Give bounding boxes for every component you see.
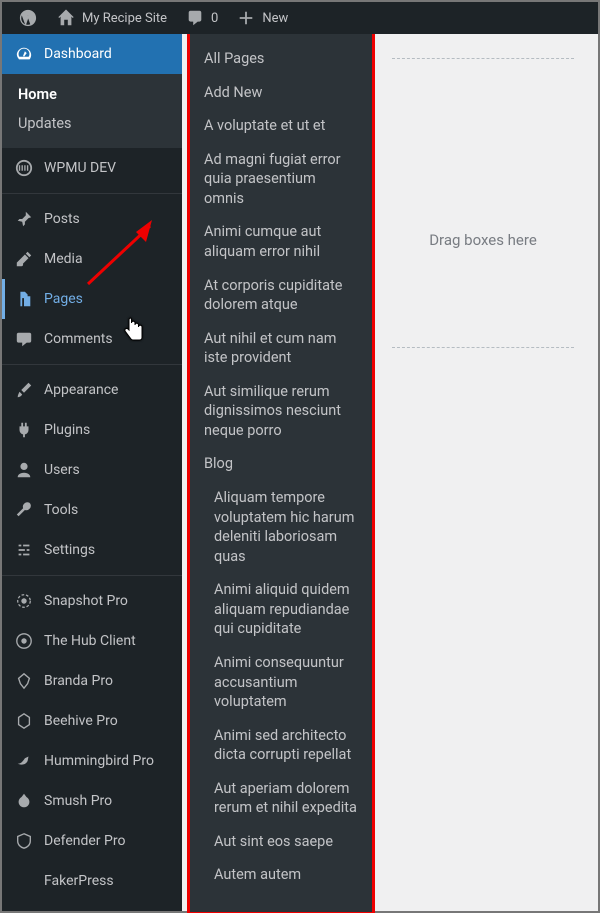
flyout-item[interactable]: Animi cumque aut aliquam error nihil — [190, 215, 372, 268]
menu-snapshot[interactable]: Snapshot Pro — [2, 581, 182, 621]
menu-label: Snapshot Pro — [44, 593, 128, 609]
snapshot-icon — [14, 591, 34, 611]
comment-icon — [14, 329, 34, 349]
menu-label: Defender Pro — [44, 833, 125, 849]
menu-hummingbird[interactable]: Hummingbird Pro — [2, 741, 182, 781]
menu-label: Users — [44, 462, 80, 478]
settings-icon — [14, 540, 34, 560]
menu-smush[interactable]: Smush Pro — [2, 781, 182, 821]
menu-users[interactable]: Users — [2, 450, 182, 490]
shield-icon — [14, 831, 34, 851]
media-icon — [14, 249, 34, 269]
brush-icon — [14, 380, 34, 400]
menu-tools[interactable]: Tools — [2, 490, 182, 530]
menu-label: The Hub Client — [44, 633, 136, 649]
comments-count: 0 — [211, 11, 218, 26]
flyout-item[interactable]: Add New — [190, 76, 372, 110]
menu-plugins[interactable]: Plugins — [2, 410, 182, 450]
menu-label: Posts — [44, 211, 80, 227]
submenu-updates[interactable]: Updates — [2, 109, 182, 138]
site-name[interactable]: My Recipe Site — [48, 2, 175, 34]
flyout-item[interactable]: Autem autem — [190, 858, 372, 892]
wp-logo[interactable] — [10, 2, 46, 34]
flyout-item[interactable]: Aliquam tempore voluptatem hic harum del… — [190, 481, 372, 573]
pages-flyout-submenu: All PagesAdd NewA voluptate et ut etAd m… — [190, 34, 372, 912]
menu-appearance[interactable]: Appearance — [2, 370, 182, 410]
dropzone-label: Drag boxes here — [429, 231, 537, 249]
pin-icon — [14, 209, 34, 229]
admin-sidebar: Dashboard Home Updates WPMU DEV Posts Me… — [2, 34, 182, 911]
submenu-dashboard: Home Updates — [2, 74, 182, 148]
flyout-item[interactable]: Animi consequuntur accusantium voluptate… — [190, 646, 372, 719]
menu-pages[interactable]: Pages — [2, 279, 182, 319]
flyout-item[interactable]: At corporis cupiditate dolorem atque — [190, 269, 372, 322]
menu-label: Settings — [44, 542, 95, 558]
smush-icon — [14, 791, 34, 811]
dashboard-dropzone[interactable]: Drag boxes here — [392, 58, 574, 348]
menu-settings[interactable]: Settings — [2, 530, 182, 570]
menu-label: WPMU DEV — [44, 160, 116, 176]
flyout-item[interactable]: Animi sed architecto dicta corrupti repe… — [190, 719, 372, 772]
hummingbird-icon — [14, 751, 34, 771]
page-icon — [14, 289, 34, 309]
branda-icon — [14, 671, 34, 691]
menu-label: Plugins — [44, 422, 90, 438]
comments-bubble[interactable]: 0 — [177, 2, 226, 34]
menu-label: Pages — [44, 291, 83, 307]
flyout-item[interactable]: A voluptate et ut et — [190, 109, 372, 143]
menu-label: FakerPress — [44, 873, 114, 889]
menu-hubclient[interactable]: The Hub Client — [2, 621, 182, 661]
menu-posts[interactable]: Posts — [2, 199, 182, 239]
menu-label: Smush Pro — [44, 793, 112, 809]
menu-defender[interactable]: Defender Pro — [2, 821, 182, 861]
fakerpress-icon — [14, 871, 34, 891]
plus-icon — [236, 8, 256, 28]
menu-comments[interactable]: Comments — [2, 319, 182, 359]
menu-wpmudev[interactable]: WPMU DEV — [2, 148, 182, 188]
comment-icon — [185, 8, 205, 28]
menu-media[interactable]: Media — [2, 239, 182, 279]
submenu-home[interactable]: Home — [2, 80, 182, 109]
menu-label: Branda Pro — [44, 673, 113, 689]
menu-dashboard[interactable]: Dashboard — [2, 34, 182, 74]
flyout-item[interactable]: Blog — [190, 447, 372, 481]
beehive-icon — [14, 711, 34, 731]
flyout-item[interactable]: Animi aliquid quidem aliquam repudiandae… — [190, 573, 372, 646]
wrench-icon — [14, 500, 34, 520]
menu-label: Tools — [44, 502, 78, 518]
plug-icon — [14, 420, 34, 440]
new-content[interactable]: New — [228, 2, 296, 34]
home-icon — [56, 8, 76, 28]
flyout-item[interactable]: Aut similique rerum dignissimos nesciunt… — [190, 375, 372, 448]
admin-bar: My Recipe Site 0 New — [2, 2, 598, 34]
new-label: New — [262, 11, 288, 26]
flyout-item[interactable]: Aut sint eos saepe — [190, 825, 372, 859]
wpmudev-icon — [14, 158, 34, 178]
flyout-item[interactable]: Aut nihil et cum nam iste provident — [190, 322, 372, 375]
menu-beehive[interactable]: Beehive Pro — [2, 701, 182, 741]
hub-icon — [14, 631, 34, 651]
menu-label: Comments — [44, 331, 113, 347]
user-icon — [14, 460, 34, 480]
site-name-label: My Recipe Site — [82, 11, 167, 26]
flyout-item[interactable]: All Pages — [190, 42, 372, 76]
flyout-item[interactable]: Aut aperiam dolorem rerum et nihil exped… — [190, 772, 372, 825]
wordpress-logo-icon — [18, 8, 38, 28]
menu-label: Hummingbird Pro — [44, 753, 154, 769]
menu-label: Beehive Pro — [44, 713, 118, 729]
dashboard-icon — [14, 44, 34, 64]
menu-label: Appearance — [44, 382, 118, 398]
menu-fakerpress[interactable]: FakerPress — [2, 861, 182, 901]
menu-label: Dashboard — [44, 46, 112, 62]
menu-label: Media — [44, 251, 83, 267]
menu-branda[interactable]: Branda Pro — [2, 661, 182, 701]
flyout-item[interactable]: Ad magni fugiat error quia praesentium o… — [190, 143, 372, 216]
